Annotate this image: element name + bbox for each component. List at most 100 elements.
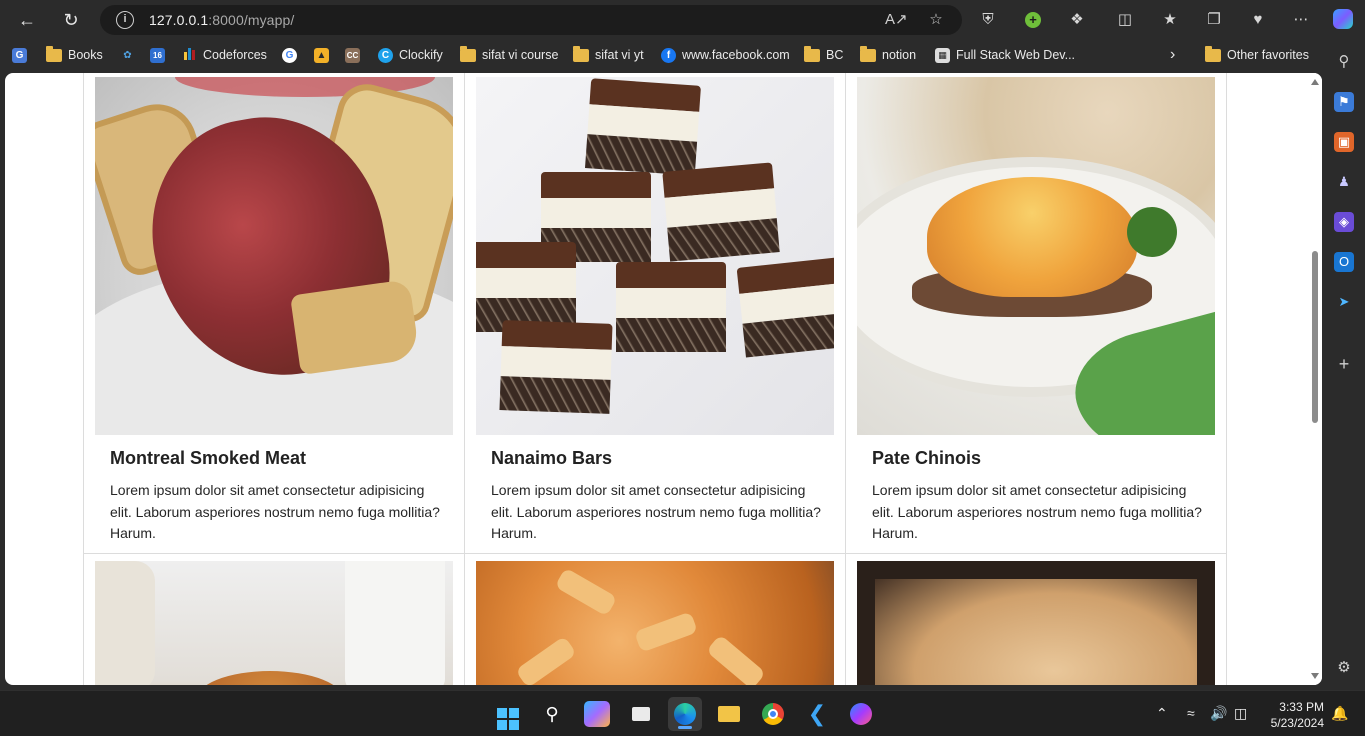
more-icon[interactable]: ⋯ [1290,9,1312,31]
back-icon[interactable]: ← [15,8,39,32]
fav-notion[interactable]: notion [860,45,917,64]
url-path: :8000/myapp/ [208,12,295,28]
folder-icon [804,45,820,62]
settings-icon[interactable]: ⚙ [1334,658,1354,678]
fav-label: Full Stack Web Dev... [956,48,1076,62]
send-icon[interactable]: ➤ [1334,292,1354,312]
scroll-thumb[interactable] [1312,251,1318,423]
games-icon[interactable]: ♟ [1334,172,1354,192]
card-description: Lorem ipsum dolor sit amet consectetur a… [491,482,821,541]
food-card[interactable]: Nanaimo Bars Lorem ipsum dolor sit amet … [464,73,846,554]
card-description: Lorem ipsum dolor sit amet consectetur a… [110,482,440,541]
food-image [476,561,834,685]
food-card[interactable] [845,553,1227,685]
card-description: Lorem ipsum dolor sit amet consectetur a… [872,482,1202,541]
fav-label: Books [68,48,103,62]
url-host: 127.0.0.1 [149,12,209,28]
favorite-star-icon[interactable]: ☆ [926,10,946,30]
fav-label: sifat vi yt [595,48,644,62]
scroll-down-arrow-icon[interactable] [1311,673,1319,679]
fav-bc[interactable]: BC [804,45,844,64]
add-icon[interactable]: + [1334,354,1354,374]
page-viewport[interactable]: Montreal Smoked Meat Lorem ipsum dolor s… [5,73,1322,685]
shield-icon[interactable]: ⛨ [977,9,999,31]
file-explorer-icon[interactable] [716,701,742,727]
address-bar[interactable]: i 127.0.0.1:8000/myapp/ A↗ ☆ [100,5,962,35]
food-card[interactable] [464,553,846,685]
clock-date: 5/23/2024 [1270,716,1324,730]
fav-full-stack[interactable]: ▦ Full Stack Web Dev... [935,46,1075,64]
vscode-icon[interactable]: ❮ [804,701,830,727]
chevron-right-icon[interactable]: › [1170,46,1175,64]
fav-clockify[interactable]: C Clockify [378,46,443,64]
folder-icon [860,45,876,62]
edge-sidebar: ⚲ ⚑ ▣ ♟ ◈ O ➤ + ⚙ [1323,40,1365,690]
search-icon[interactable]: ⚲ [539,701,565,727]
read-aloud-icon[interactable]: A↗ [885,10,908,30]
fav-other-favorites[interactable]: Other favorites [1205,45,1309,64]
collections-icon[interactable]: ❐ [1203,9,1225,31]
info-icon[interactable]: i [116,11,134,29]
card-title: Nanaimo Bars [491,448,613,468]
system-clock[interactable]: 3:33 PM 5/23/2024 [1271,699,1324,731]
favorites-bar: G Books ✿ 16 Codeforces G ▲ CC C Clockify… [0,40,1365,70]
food-image [857,561,1215,685]
fav-sifat-vi-yt[interactable]: sifat vi yt [573,45,644,64]
outlook-icon[interactable]: O [1334,252,1354,272]
fav-google-icon[interactable]: G [282,46,297,64]
copilot-icon[interactable] [1332,9,1354,31]
food-image [95,561,453,685]
extensions-icon[interactable]: ❖ [1066,9,1088,31]
vertical-scrollbar[interactable] [1308,73,1322,685]
office-icon[interactable]: ◈ [1334,212,1354,232]
card-title: Montreal Smoked Meat [110,448,307,468]
search-icon[interactable]: ⚲ [1334,52,1354,72]
taskbar: ⚲ ❮ ⌃ ≈ 🔊 ◫ 3:33 PM 5/23/2024 🔔 [0,690,1365,736]
tools-icon[interactable]: ▣ [1334,132,1354,152]
card-title: Pate Chinois [872,448,982,468]
fav-codeforces[interactable]: Codeforces [182,46,267,64]
chevron-up-icon[interactable]: ⌃ [1156,705,1168,722]
favorites-icon[interactable]: ★ [1159,9,1181,31]
scroll-up-arrow-icon[interactable] [1311,79,1319,85]
folder-icon [46,45,62,62]
fav-label: BC [826,48,844,62]
edge-icon[interactable] [668,697,702,731]
food-card[interactable]: Montreal Smoked Meat Lorem ipsum dolor s… [83,73,465,554]
notifications-bell-icon[interactable]: 🔔 [1331,705,1348,722]
fav-label: Other favorites [1227,48,1309,62]
food-image [95,77,453,435]
food-image [857,77,1215,435]
folder-icon [573,45,589,62]
fav-label: Clockify [399,48,443,62]
messenger-icon[interactable] [848,701,874,727]
url-text: 127.0.0.1:8000/myapp/ [149,12,294,28]
fav-triangle-icon[interactable]: ▲ [314,46,329,64]
fav-google-translate-icon[interactable]: G [12,46,27,64]
fav-sifat-vi-course[interactable]: sifat vi course [460,45,559,64]
fav-calendar-icon[interactable]: 16 [150,46,165,64]
fav-books[interactable]: Books [46,45,103,64]
shopping-tag-icon[interactable]: ⚑ [1334,92,1354,112]
volume-icon[interactable]: 🔊 [1210,705,1227,722]
split-screen-icon[interactable]: ◫ [1114,9,1136,31]
task-view-icon[interactable] [628,701,654,727]
fav-label: www.facebook.com [682,48,790,62]
fav-bkash-icon[interactable]: ✿ [120,46,135,64]
fav-label: notion [882,48,917,62]
fav-facebook[interactable]: f www.facebook.com [661,46,790,64]
add-extension-icon[interactable]: + [1022,9,1044,31]
wifi-icon[interactable]: ≈ [1187,705,1195,721]
food-card[interactable] [83,553,465,685]
copilot-pre-icon[interactable] [584,701,610,727]
chrome-icon[interactable] [760,701,786,727]
fav-cc-icon[interactable]: CC [345,46,360,64]
fav-label: sifat vi course [482,48,559,62]
refresh-icon[interactable]: ↻ [59,8,83,32]
food-card[interactable]: Pate Chinois Lorem ipsum dolor sit amet … [845,73,1227,554]
folder-icon [1205,45,1221,62]
start-icon[interactable] [495,701,521,730]
folder-icon [460,45,476,62]
battery-icon[interactable]: ◫ [1234,705,1247,722]
health-icon[interactable]: ♥ [1247,9,1269,31]
